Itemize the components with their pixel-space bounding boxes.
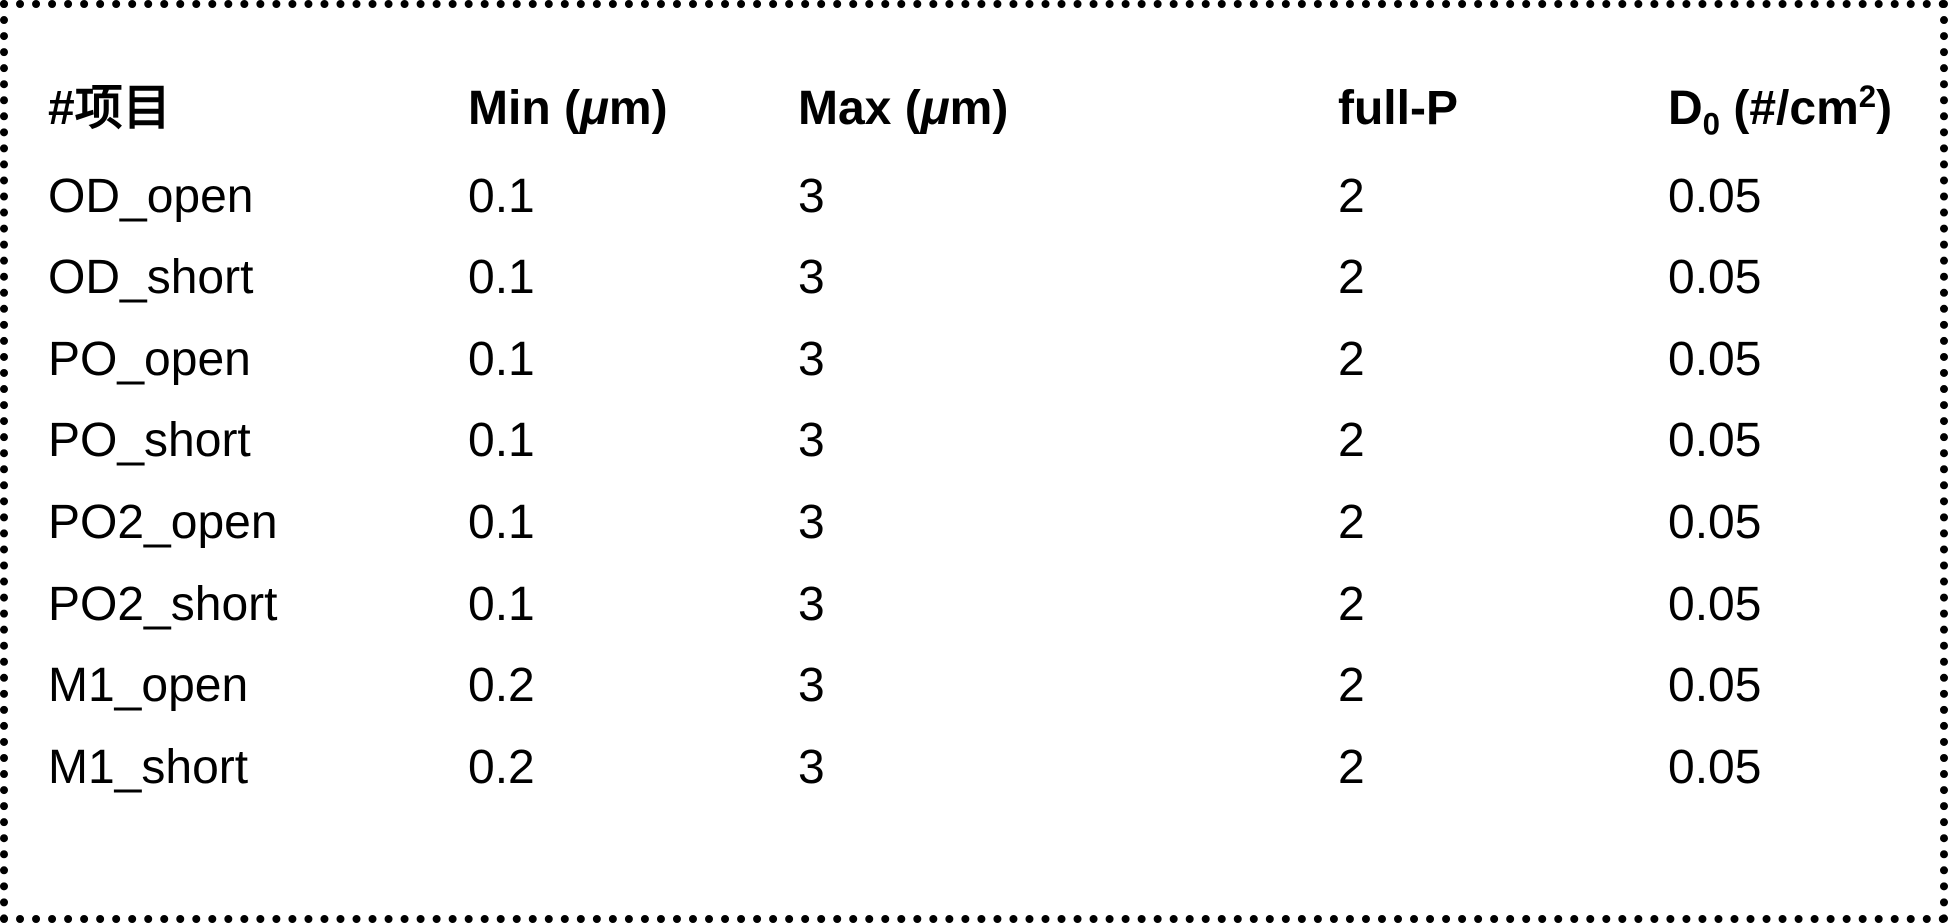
table-row: PO2_open 0.1 3 2 0.05: [48, 482, 1892, 564]
header-item-label: 项目: [75, 82, 171, 135]
cell-d0: 0.05: [1668, 237, 1892, 319]
header-fullp: full-P: [1338, 82, 1458, 135]
col-header-item: #项目: [48, 68, 468, 156]
cell-min: 0.1: [468, 319, 798, 401]
cell-max: 3: [798, 564, 1338, 646]
cell-fullp: 2: [1338, 645, 1668, 727]
header-d0-prefix: D: [1668, 82, 1703, 135]
header-d0-open: (#/cm: [1720, 82, 1859, 135]
header-max-m: m): [950, 82, 1009, 135]
table-frame: #项目 Min (μm) Max (μm) full-P D0 (#/cm2) …: [0, 0, 1948, 923]
header-d0-close: ): [1876, 82, 1892, 135]
header-min-label: Min (: [468, 82, 580, 135]
cell-item: PO2_short: [48, 564, 468, 646]
header-d0-sub: 0: [1703, 107, 1720, 142]
cell-d0: 0.05: [1668, 319, 1892, 401]
table-row: OD_open 0.1 3 2 0.05: [48, 156, 1892, 238]
cell-d0: 0.05: [1668, 400, 1892, 482]
cell-fullp: 2: [1338, 482, 1668, 564]
cell-min: 0.1: [468, 564, 798, 646]
cell-d0: 0.05: [1668, 482, 1892, 564]
cell-item: OD_open: [48, 156, 468, 238]
table-row: M1_open 0.2 3 2 0.05: [48, 645, 1892, 727]
header-max-mu: μ: [921, 82, 950, 135]
table-header-row: #项目 Min (μm) Max (μm) full-P D0 (#/cm2): [48, 68, 1892, 156]
cell-max: 3: [798, 237, 1338, 319]
cell-min: 0.1: [468, 237, 798, 319]
cell-fullp: 2: [1338, 319, 1668, 401]
cell-max: 3: [798, 400, 1338, 482]
cell-fullp: 2: [1338, 564, 1668, 646]
table-row: PO_open 0.1 3 2 0.05: [48, 319, 1892, 401]
cell-d0: 0.05: [1668, 645, 1892, 727]
cell-fullp: 2: [1338, 727, 1668, 809]
cell-item: M1_short: [48, 727, 468, 809]
cell-fullp: 2: [1338, 156, 1668, 238]
cell-d0: 0.05: [1668, 727, 1892, 809]
defect-parameters-table: #项目 Min (μm) Max (μm) full-P D0 (#/cm2) …: [48, 68, 1892, 808]
header-min-mu: μ: [580, 82, 609, 135]
cell-min: 0.2: [468, 645, 798, 727]
cell-item: M1_open: [48, 645, 468, 727]
cell-max: 3: [798, 156, 1338, 238]
col-header-d0: D0 (#/cm2): [1668, 68, 1892, 156]
cell-item: PO2_open: [48, 482, 468, 564]
cell-min: 0.1: [468, 156, 798, 238]
cell-max: 3: [798, 727, 1338, 809]
cell-d0: 0.05: [1668, 156, 1892, 238]
cell-min: 0.1: [468, 482, 798, 564]
col-header-min: Min (μm): [468, 68, 798, 156]
cell-max: 3: [798, 482, 1338, 564]
header-max-label: Max (: [798, 82, 921, 135]
cell-max: 3: [798, 319, 1338, 401]
cell-min: 0.1: [468, 400, 798, 482]
cell-item: OD_short: [48, 237, 468, 319]
table-row: OD_short 0.1 3 2 0.05: [48, 237, 1892, 319]
col-header-fullp: full-P: [1338, 68, 1668, 156]
table-body: OD_open 0.1 3 2 0.05 OD_short 0.1 3 2 0.…: [48, 156, 1892, 809]
table-row: PO2_short 0.1 3 2 0.05: [48, 564, 1892, 646]
cell-item: PO_short: [48, 400, 468, 482]
cell-d0: 0.05: [1668, 564, 1892, 646]
table-row: PO_short 0.1 3 2 0.05: [48, 400, 1892, 482]
cell-fullp: 2: [1338, 400, 1668, 482]
header-d0-sup: 2: [1859, 79, 1876, 114]
col-header-max: Max (μm): [798, 68, 1338, 156]
cell-min: 0.2: [468, 727, 798, 809]
cell-item: PO_open: [48, 319, 468, 401]
header-item-prefix: #: [48, 82, 75, 135]
cell-fullp: 2: [1338, 237, 1668, 319]
header-min-m: m): [609, 82, 668, 135]
table-row: M1_short 0.2 3 2 0.05: [48, 727, 1892, 809]
cell-max: 3: [798, 645, 1338, 727]
